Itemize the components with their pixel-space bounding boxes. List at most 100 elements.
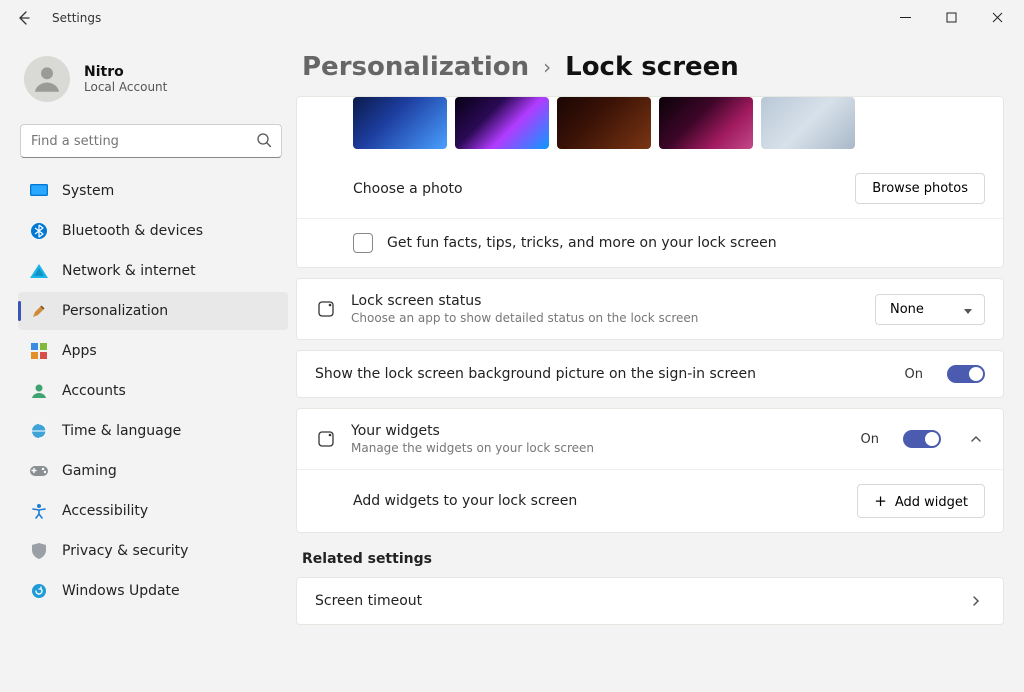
profile[interactable]: Nitro Local Account	[18, 44, 288, 120]
search-box	[20, 124, 282, 158]
chevron-right-icon: ›	[543, 55, 551, 79]
main-content: Personalization › Lock screen Choose a p…	[296, 36, 1024, 692]
nav-label: Gaming	[62, 463, 117, 479]
nav-system[interactable]: System	[18, 172, 288, 210]
chevron-right-icon	[967, 592, 985, 610]
nav-personalization[interactable]: Personalization	[18, 292, 288, 330]
network-icon	[30, 262, 48, 280]
widgets-row[interactable]: Your widgets Manage the widgets on your …	[297, 409, 1003, 469]
background-thumb-1[interactable]	[353, 97, 447, 149]
nav-network[interactable]: Network & internet	[18, 252, 288, 290]
nav-label: Time & language	[62, 423, 181, 439]
bluetooth-icon	[30, 222, 48, 240]
window-controls	[882, 2, 1020, 32]
nav: System Bluetooth & devices Network & int…	[18, 172, 288, 610]
background-card: Choose a photo Browse photos Get fun fac…	[296, 96, 1004, 268]
nav-gaming[interactable]: Gaming	[18, 452, 288, 490]
apps-icon	[30, 342, 48, 360]
screen-timeout-row[interactable]: Screen timeout	[297, 578, 1003, 624]
related-settings-heading: Related settings	[302, 551, 1004, 567]
show-bg-state: On	[905, 367, 923, 382]
lock-status-value: None	[890, 302, 924, 317]
choose-photo-label: Choose a photo	[353, 181, 841, 197]
profile-name: Nitro	[84, 64, 167, 80]
chevron-up-icon[interactable]	[967, 430, 985, 448]
show-bg-row[interactable]: Show the lock screen background picture …	[297, 351, 1003, 397]
close-button[interactable]	[974, 2, 1020, 32]
breadcrumb-parent[interactable]: Personalization	[302, 52, 529, 82]
background-thumb-3[interactable]	[557, 97, 651, 149]
plus-icon: +	[874, 492, 887, 510]
maximize-icon	[946, 12, 957, 23]
nav-privacy[interactable]: Privacy & security	[18, 532, 288, 570]
lock-status-title: Lock screen status	[351, 293, 861, 309]
browse-photos-button[interactable]: Browse photos	[855, 173, 985, 204]
widgets-title: Your widgets	[351, 423, 847, 439]
add-widget-label: Add widget	[895, 495, 968, 510]
accounts-icon	[30, 382, 48, 400]
paintbrush-icon	[30, 302, 48, 320]
person-icon	[30, 62, 64, 96]
nav-label: Personalization	[62, 303, 168, 319]
avatar	[24, 56, 70, 102]
sidebar: Nitro Local Account System Bluetooth & d…	[0, 36, 296, 692]
widgets-sub: Manage the widgets on your lock screen	[351, 441, 847, 455]
nav-label: Network & internet	[62, 263, 196, 279]
nav-bluetooth[interactable]: Bluetooth & devices	[18, 212, 288, 250]
breadcrumb: Personalization › Lock screen	[296, 52, 1004, 82]
lock-status-row[interactable]: Lock screen status Choose an app to show…	[297, 279, 1003, 339]
close-icon	[992, 12, 1003, 23]
update-icon	[30, 582, 48, 600]
background-thumb-2[interactable]	[455, 97, 549, 149]
fun-facts-checkbox[interactable]	[353, 233, 373, 253]
shield-icon	[30, 542, 48, 560]
nav-accounts[interactable]: Accounts	[18, 372, 288, 410]
widgets-card: Your widgets Manage the widgets on your …	[296, 408, 1004, 533]
show-bg-card: Show the lock screen background picture …	[296, 350, 1004, 398]
nav-apps[interactable]: Apps	[18, 332, 288, 370]
screen-timeout-label: Screen timeout	[315, 593, 941, 609]
gamepad-icon	[30, 462, 48, 480]
widgets-state: On	[861, 432, 879, 447]
lock-status-card: Lock screen status Choose an app to show…	[296, 278, 1004, 340]
lock-status-select[interactable]: None	[875, 294, 985, 325]
screen-timeout-card: Screen timeout	[296, 577, 1004, 625]
widgets-toggle[interactable]	[903, 430, 941, 448]
nav-label: Windows Update	[62, 583, 180, 599]
nav-update[interactable]: Windows Update	[18, 572, 288, 610]
nav-time[interactable]: Time & language	[18, 412, 288, 450]
minimize-button[interactable]	[882, 2, 928, 32]
back-button[interactable]	[8, 2, 40, 34]
nav-label: System	[62, 183, 114, 199]
grid-icon	[315, 298, 337, 320]
background-thumbnails	[297, 97, 1003, 159]
background-thumb-5[interactable]	[761, 97, 855, 149]
nav-label: Privacy & security	[62, 543, 188, 559]
accessibility-icon	[30, 502, 48, 520]
profile-subtitle: Local Account	[84, 80, 167, 94]
widgets-icon	[315, 428, 337, 450]
show-bg-toggle[interactable]	[947, 365, 985, 383]
app-name: Settings	[52, 11, 101, 25]
fun-facts-label: Get fun facts, tips, tricks, and more on…	[387, 235, 777, 251]
maximize-button[interactable]	[928, 2, 974, 32]
search-input[interactable]	[20, 124, 282, 158]
search-icon	[256, 132, 272, 152]
nav-label: Accessibility	[62, 503, 148, 519]
lock-status-sub: Choose an app to show detailed status on…	[351, 311, 861, 325]
breadcrumb-current: Lock screen	[565, 52, 739, 82]
nav-label: Bluetooth & devices	[62, 223, 203, 239]
nav-accessibility[interactable]: Accessibility	[18, 492, 288, 530]
nav-label: Accounts	[62, 383, 126, 399]
titlebar: Settings	[0, 0, 1024, 36]
nav-label: Apps	[62, 343, 97, 359]
minimize-icon	[900, 12, 911, 23]
monitor-icon	[30, 182, 48, 200]
fun-facts-row[interactable]: Get fun facts, tips, tricks, and more on…	[297, 218, 1003, 267]
show-bg-label: Show the lock screen background picture …	[315, 366, 891, 382]
add-widget-button[interactable]: + Add widget	[857, 484, 985, 518]
globe-clock-icon	[30, 422, 48, 440]
background-thumb-4[interactable]	[659, 97, 753, 149]
arrow-left-icon	[16, 10, 32, 26]
add-widgets-row: Add widgets to your lock screen +Add wid…	[297, 469, 1003, 532]
